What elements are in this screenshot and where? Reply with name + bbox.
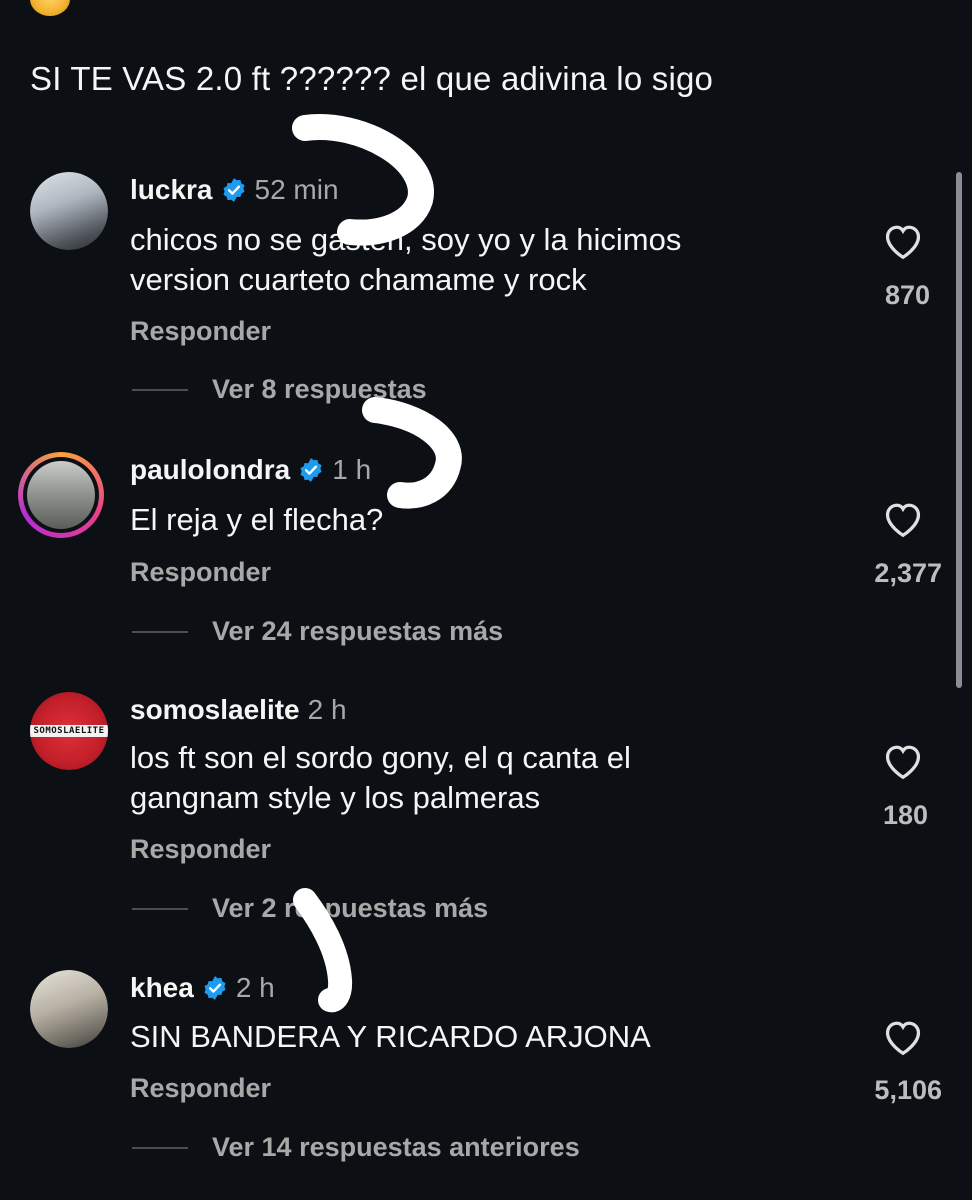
heart-icon[interactable]: [881, 740, 925, 780]
view-replies-label: Ver 14 respuestas anteriores: [212, 1132, 580, 1162]
view-replies-button[interactable]: Ver 2 respuestas más: [132, 893, 488, 924]
username[interactable]: khea: [130, 972, 194, 1004]
avatar[interactable]: [30, 970, 108, 1048]
divider-line: [132, 388, 188, 391]
comment-time: 52 min: [254, 174, 339, 205]
view-replies-label: Ver 24 respuestas más: [212, 616, 504, 646]
reply-button[interactable]: Responder: [130, 557, 271, 588]
comment-text: los ft son el sordo gony, el q canta el …: [130, 740, 631, 815]
reply-button[interactable]: Responder: [130, 1073, 271, 1104]
comment-text: chicos no se gasten, soy yo y la hicimos…: [130, 222, 682, 297]
reply-button[interactable]: Responder: [130, 834, 271, 865]
view-replies-label: Ver 2 respuestas más: [212, 893, 489, 923]
divider-line: [132, 1146, 188, 1149]
verified-badge-icon: [300, 458, 322, 482]
post-caption: SI TE VAS 2.0 ft ?????? el que adivina l…: [30, 60, 714, 97]
comment-header: somoslaelite 2 h: [130, 694, 347, 726]
emoji-icon: [30, 0, 70, 16]
avatar-logo-text: SOMOSLAELITE: [30, 725, 108, 737]
avatar-photo: [30, 970, 108, 1048]
avatar-photo: [27, 461, 95, 529]
comment-time: 2 h: [235, 972, 275, 1003]
avatar[interactable]: SOMOSLAELITE: [30, 692, 108, 770]
comment-time: 2 h: [307, 694, 347, 725]
like-count: 870: [884, 280, 930, 310]
avatar[interactable]: [30, 172, 108, 250]
comment-header: khea 2 h: [130, 972, 275, 1004]
avatar-photo: SOMOSLAELITE: [30, 692, 108, 770]
comment-header: paulolondra 1 h: [130, 454, 371, 486]
heart-icon[interactable]: [881, 1016, 925, 1056]
comment-header: luckra 52 min: [130, 174, 339, 206]
username[interactable]: somoslaelite: [130, 694, 300, 726]
verified-badge-icon: [222, 178, 245, 202]
annotation-arrow-2: [362, 397, 462, 509]
heart-icon[interactable]: [881, 498, 925, 538]
username[interactable]: paulolondra: [130, 454, 290, 486]
view-replies-button[interactable]: Ver 14 respuestas anteriores: [132, 1132, 580, 1163]
comments-screen: SI TE VAS 2.0 ft ?????? el que adivina l…: [0, 0, 972, 1200]
avatar[interactable]: [18, 452, 104, 538]
username[interactable]: luckra: [130, 174, 213, 206]
comment-text: El reja y el flecha?: [130, 502, 384, 537]
heart-icon[interactable]: [881, 220, 925, 260]
view-replies-button[interactable]: Ver 8 respuestas: [132, 374, 427, 405]
like-count: 180: [882, 800, 928, 830]
view-replies-button[interactable]: Ver 24 respuestas más: [132, 616, 503, 647]
avatar-photo: [30, 172, 108, 250]
divider-line: [132, 907, 188, 910]
verified-badge-icon: [204, 976, 226, 1000]
scrollbar[interactable]: [956, 172, 962, 688]
comment-time: 1 h: [332, 454, 372, 485]
divider-line: [132, 630, 188, 633]
like-count: 2,377: [874, 558, 942, 588]
like-count: 5,106: [874, 1075, 942, 1105]
comment-text: SIN BANDERA Y RICARDO ARJONA: [130, 1019, 651, 1054]
view-replies-label: Ver 8 respuestas: [212, 374, 427, 404]
reply-button[interactable]: Responder: [130, 316, 271, 347]
